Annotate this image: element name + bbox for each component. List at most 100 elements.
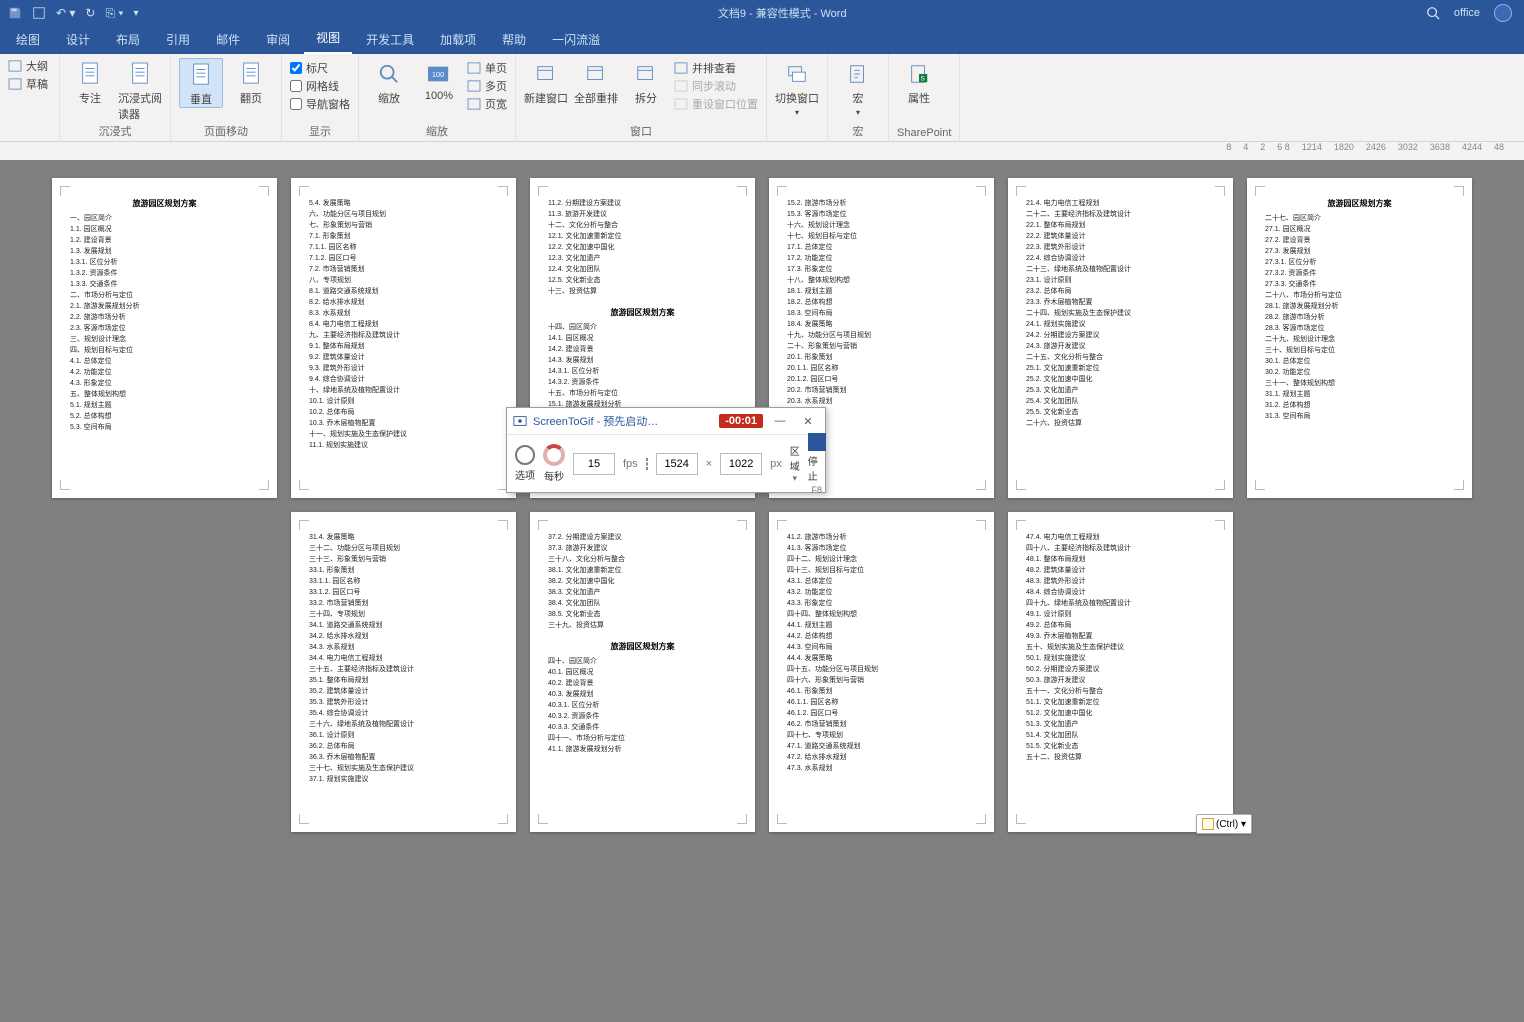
page-thumbnail[interactable]: 旅游园区规划方案二十七、园区简介27.1. 园区概况27.2. 建设背景27.3…	[1247, 178, 1472, 498]
doc-line: 38.3. 文化加遗产	[548, 587, 737, 598]
tab-设计[interactable]: 设计	[54, 25, 102, 54]
btn-专注[interactable]: 专注	[68, 58, 112, 106]
close-button[interactable]: ✕	[797, 415, 819, 428]
page-thumbnail[interactable]: 37.2. 分期建设方案建议37.3. 旅游开发建议三十八、文化分析与整合38.…	[530, 512, 755, 832]
page-thumbnail[interactable]: 41.2. 旅游市场分析41.3. 客源市场定位四十二、规划设计理念四十三、规划…	[769, 512, 994, 832]
fps-input[interactable]	[573, 453, 615, 475]
minimize-button[interactable]: —	[769, 415, 791, 427]
doc-line: 22.2. 建筑体量设计	[1026, 231, 1215, 242]
user-label[interactable]: office	[1454, 7, 1480, 19]
tab-布局[interactable]: 布局	[104, 25, 152, 54]
doc-line: 48.2. 建筑体量设计	[1026, 565, 1215, 576]
avatar[interactable]	[1494, 4, 1512, 22]
horizontal-ruler[interactable]: 8426 812141820242630323638424448	[0, 142, 1524, 160]
doc-line: 三十五、主要经济指标及建筑设计	[309, 664, 498, 675]
doc-line: 24.3. 旅游开发建议	[1026, 341, 1215, 352]
check-标尺[interactable]: 标尺	[290, 60, 350, 76]
tab-邮件[interactable]: 邮件	[204, 25, 252, 54]
doc-line: 25.3. 文化加遗产	[1026, 385, 1215, 396]
tab-绘图[interactable]: 绘图	[4, 25, 52, 54]
doc-line: 23.3. 乔木层植物配置	[1026, 297, 1215, 308]
view-草稿[interactable]: 草稿	[8, 76, 48, 92]
btn-100%[interactable]: 100100%	[417, 58, 461, 102]
btn-拆分[interactable]: 拆分	[624, 58, 668, 106]
btn-缩放[interactable]: 缩放	[367, 58, 411, 106]
page-thumbnail[interactable]: 旅游园区规划方案一、园区简介1.1. 园区概况1.2. 建设背景1.3. 发展规…	[52, 178, 277, 498]
doc-line: 7.2. 市场营销策划	[309, 264, 498, 275]
doc-line: 37.2. 分期建设方案建议	[548, 532, 737, 543]
tab-视图[interactable]: 视图	[304, 23, 352, 54]
doc-line: 四十九、绿地系统及植物配置设计	[1026, 598, 1215, 609]
view-大纲[interactable]: 大纲	[8, 58, 48, 74]
btn-垂直[interactable]: 垂直	[179, 58, 223, 108]
tab-开发工具[interactable]: 开发工具	[354, 25, 426, 54]
page-thumbnail[interactable]: 47.4. 电力电信工程规划四十八、主要经济指标及建筑设计48.1. 整体布局规…	[1008, 512, 1233, 832]
doc-line: 三十二、功能分区与项目规划	[309, 543, 498, 554]
redo-icon[interactable]: ↻	[85, 6, 95, 20]
region-icon[interactable]	[646, 458, 648, 470]
tab-帮助[interactable]: 帮助	[490, 25, 538, 54]
doc-line: 1.1. 园区概况	[70, 224, 259, 235]
btn-页宽[interactable]: 页宽	[467, 96, 507, 112]
doc-line: 11.1. 规划实施建议	[309, 440, 498, 451]
btn-新建窗口[interactable]: 新建窗口	[524, 58, 568, 106]
document-workspace[interactable]: 旅游园区规划方案一、园区简介1.1. 园区概况1.2. 建设背景1.3. 发展规…	[0, 160, 1524, 1022]
doc-line: 22.1. 整体布局规划	[1026, 220, 1215, 231]
touch-mode-icon[interactable]: ⎘ ▾	[105, 6, 123, 21]
doc-line: 4.1. 总体定位	[70, 356, 259, 367]
doc-line: 30.2. 功能定位	[1265, 367, 1454, 378]
doc-line: 46.2. 市场营销策划	[787, 719, 976, 730]
ribbon: 大纲草稿 专注沉浸式阅读器 沉浸式 垂直翻页 页面移动 标尺网格线导航窗格 显示…	[0, 54, 1524, 142]
properties-button[interactable]: S属性	[897, 58, 941, 106]
macros-button[interactable]: 宏▾	[836, 58, 880, 117]
doc-line: 十六、规划设计理念	[787, 220, 976, 231]
switch-windows-button[interactable]: 切换窗口▾	[775, 58, 819, 117]
tab-审阅[interactable]: 审阅	[254, 25, 302, 54]
save-icon[interactable]	[32, 6, 46, 20]
height-input[interactable]	[720, 453, 762, 475]
btn-并排查看[interactable]: 并排查看	[674, 60, 758, 76]
tab-一闪流溢[interactable]: 一闪流溢	[540, 25, 612, 54]
doc-line: 7.1.2. 园区口号	[309, 253, 498, 264]
doc-line: 36.1. 设计原则	[309, 730, 498, 741]
doc-line: 7.1. 形象策划	[309, 231, 498, 242]
doc-line: 五十二、投资估算	[1026, 752, 1215, 763]
doc-line: 51.2. 文化加速中国化	[1026, 708, 1215, 719]
btn-同步滚动[interactable]: 同步滚动	[674, 78, 758, 94]
svg-text:100: 100	[432, 70, 444, 79]
btn-单页[interactable]: 单页	[467, 60, 507, 76]
doc-line: 17.2. 功能定位	[787, 253, 976, 264]
title-bar: ↶ ▾ ↻ ⎘ ▾ ▾ 文档9 - 兼容性模式 - Word office	[0, 0, 1524, 26]
btn-多页[interactable]: 多页	[467, 78, 507, 94]
autosave-icon[interactable]	[8, 6, 22, 20]
page-thumbnail[interactable]: 31.4. 发展策略三十二、功能分区与项目规划三十三、形象策划与营销33.1. …	[291, 512, 516, 832]
tab-引用[interactable]: 引用	[154, 25, 202, 54]
undo-icon[interactable]: ↶ ▾	[56, 6, 75, 20]
doc-line: 六、功能分区与项目规划	[309, 209, 498, 220]
doc-line: 37.3. 旅游开发建议	[548, 543, 737, 554]
screentogif-dialog[interactable]: ScreenToGif - 预先启动… -00:01 — ✕ 选项 每秒 fps…	[506, 407, 826, 493]
window-title: 文档9 - 兼容性模式 - Word	[139, 5, 1426, 21]
btn-翻页[interactable]: 翻页	[229, 58, 273, 106]
doc-line: 二十三、绿地系统及植物配置设计	[1026, 264, 1215, 275]
doc-line: 49.1. 设计原则	[1026, 609, 1215, 620]
stop-button[interactable]: 停止F8	[808, 433, 826, 495]
width-input[interactable]	[656, 453, 698, 475]
group-label-zoom: 缩放	[367, 123, 507, 141]
check-导航窗格[interactable]: 导航窗格	[290, 96, 350, 112]
doc-line: 12.1. 文化加速重新定位	[548, 231, 737, 242]
btn-沉浸式阅读器[interactable]: 沉浸式阅读器	[118, 58, 162, 122]
options-button[interactable]: 选项	[515, 445, 535, 482]
page-thumbnail[interactable]: 21.4. 电力电信工程规划二十二、主要经济指标及建筑设计22.1. 整体布局规…	[1008, 178, 1233, 498]
btn-全部重排[interactable]: 全部重排	[574, 58, 618, 106]
check-网格线[interactable]: 网格线	[290, 78, 350, 94]
tab-加载项[interactable]: 加载项	[428, 25, 488, 54]
page-thumbnail[interactable]: 5.4. 发展策略六、功能分区与项目规划七、形象策划与营销7.1. 形象策划7.…	[291, 178, 516, 498]
btn-重设窗口位置[interactable]: 重设窗口位置	[674, 96, 758, 112]
fps-unit: fps	[623, 458, 638, 470]
group-label-sharepoint: SharePoint	[897, 127, 951, 141]
paste-options-button[interactable]: (Ctrl) ▾	[1196, 814, 1252, 834]
search-icon[interactable]	[1426, 6, 1440, 20]
doc-line: 31.2. 总体构想	[1265, 400, 1454, 411]
doc-line: 25.1. 文化加速重新定位	[1026, 363, 1215, 374]
